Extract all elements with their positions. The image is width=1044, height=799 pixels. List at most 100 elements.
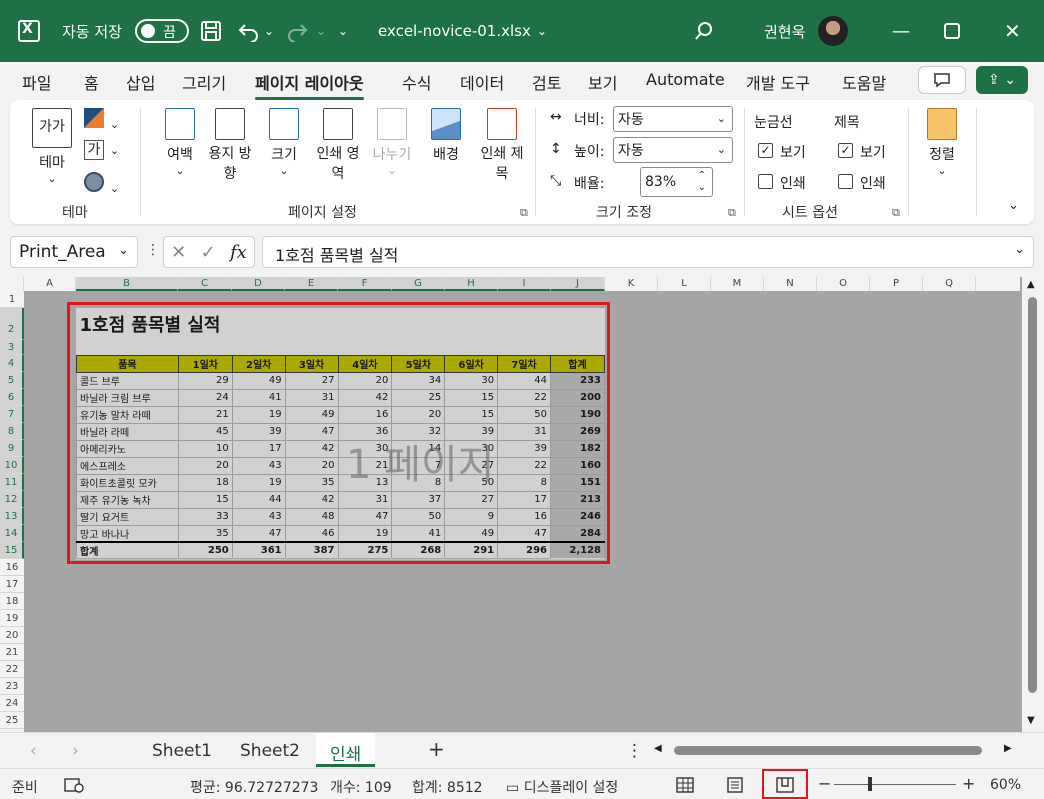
header-cell[interactable]: 품목 (76, 354, 179, 373)
table-cell[interactable]: 18 (177, 473, 233, 492)
table-cell[interactable]: 361 (231, 541, 286, 560)
file-name[interactable]: excel-novice-01.xlsx ⌄ (378, 0, 547, 62)
zoom-level[interactable]: 60% (990, 777, 1021, 793)
table-cell[interactable]: 44 (497, 371, 552, 390)
chevron-down-icon[interactable]: ⌄ (118, 243, 129, 258)
table-cell[interactable]: 27 (284, 371, 339, 390)
table-cell[interactable]: 31 (497, 422, 552, 441)
horizontal-scrollbar[interactable]: ◀ ▶ (652, 741, 1020, 759)
avatar[interactable] (818, 16, 848, 46)
table-cell[interactable]: 9 (444, 507, 499, 526)
table-cell[interactable]: 콜드 브루 (76, 371, 179, 390)
table-cell[interactable]: 250 (177, 541, 233, 560)
table-cell[interactable]: 19 (337, 524, 393, 543)
table-cell[interactable]: 50 (391, 507, 446, 526)
column-header[interactable]: J (551, 277, 605, 291)
row-header[interactable]: 10 (0, 457, 24, 474)
table-cell[interactable]: 27 (444, 490, 499, 509)
spinner-icon[interactable]: ⌃ ⌄ (698, 170, 706, 194)
zoom-slider-track[interactable] (834, 784, 956, 785)
accessibility-icon[interactable] (64, 777, 84, 797)
prev-sheet-icon[interactable]: ‹ (30, 741, 37, 761)
name-box[interactable]: Print_Area ⌄ (10, 236, 138, 268)
tab-page-layout[interactable]: 페이지 레이아웃 (255, 70, 364, 100)
column-header[interactable]: A (24, 277, 76, 291)
share-button[interactable]: ⇪ ⌄ (976, 66, 1028, 94)
table-cell[interactable]: 2,128 (550, 541, 605, 560)
table-cell[interactable]: 19 (231, 405, 286, 424)
themes-button[interactable]: 가가 테마 ⌄ (30, 108, 74, 185)
formula-input[interactable]: 1호점 품목별 실적 ⌄ (262, 236, 1034, 268)
empty-row[interactable] (77, 340, 605, 355)
headings-print-checkbox[interactable] (838, 174, 853, 189)
column-header[interactable]: E (285, 277, 338, 291)
page-setup-launcher-icon[interactable]: ⧉ (520, 206, 528, 220)
table-cell[interactable]: 213 (550, 490, 605, 509)
table-cell[interactable]: 43 (231, 507, 286, 526)
table-cell[interactable]: 21 (177, 405, 233, 424)
header-cell[interactable]: 1일차 (177, 354, 233, 373)
table-cell[interactable]: 246 (550, 507, 605, 526)
scroll-left-icon[interactable]: ◀ (654, 743, 662, 754)
table-cell[interactable]: 31 (337, 490, 393, 509)
page-break-preview-button[interactable] (776, 777, 794, 797)
header-cell[interactable]: 3일차 (284, 354, 339, 373)
colors-button[interactable]: ⌄ (84, 108, 119, 132)
table-cell[interactable]: 제주 유기농 녹차 (76, 490, 179, 509)
tab-home[interactable]: 홈 (84, 70, 99, 94)
table-cell[interactable]: 49 (444, 524, 499, 543)
table-cell[interactable]: 유기농 말차 라떼 (76, 405, 179, 424)
maximize-icon[interactable] (944, 0, 960, 62)
height-select[interactable]: 자동 ⌄ (613, 137, 733, 163)
table-cell[interactable]: 20 (177, 456, 233, 475)
background-button[interactable]: 배경 (426, 108, 466, 164)
print-titles-button[interactable]: 인쇄 제목 (480, 108, 524, 184)
collapse-ribbon-icon[interactable]: ⌄ (1008, 198, 1019, 213)
column-header[interactable]: C (178, 277, 232, 291)
tab-file[interactable]: 파일 (22, 70, 51, 94)
tab-view[interactable]: 보기 (588, 70, 617, 94)
sheet-options-launcher-icon[interactable]: ⧉ (892, 206, 900, 220)
table-cell[interactable]: 41 (231, 388, 286, 407)
user-name[interactable]: 권현욱 (764, 0, 805, 62)
zoom-out-icon[interactable]: − (818, 774, 831, 793)
header-cell[interactable]: 2일차 (231, 354, 286, 373)
row-header[interactable]: 11 (0, 474, 24, 491)
table-cell[interactable]: 200 (550, 388, 605, 407)
scroll-up-icon[interactable]: ▲ (1027, 279, 1035, 290)
customize-toolbar-icon[interactable]: ⌄ (338, 0, 348, 62)
table-cell[interactable]: 268 (391, 541, 446, 560)
scale-launcher-icon[interactable]: ⧉ (728, 206, 736, 220)
column-header[interactable]: K (605, 277, 658, 291)
row-header[interactable]: 8 (0, 423, 24, 440)
table-cell[interactable]: 딸기 요거트 (76, 507, 179, 526)
display-settings-button[interactable]: ▭ 디스플레이 설정 (506, 777, 618, 797)
tab-formulas[interactable]: 수식 (402, 70, 431, 94)
table-cell[interactable]: 190 (550, 405, 605, 424)
comments-button[interactable] (918, 66, 966, 94)
normal-view-button[interactable] (676, 777, 694, 797)
table-cell[interactable]: 24 (177, 388, 233, 407)
table-cell[interactable]: 47 (497, 524, 552, 543)
table-cell[interactable]: 34 (391, 371, 446, 390)
table-cell[interactable]: 275 (337, 541, 393, 560)
table-cell[interactable]: 31 (284, 388, 339, 407)
table-cell[interactable]: 8 (497, 473, 552, 492)
row-header[interactable]: 24 (0, 695, 24, 712)
column-header[interactable]: L (658, 277, 711, 291)
table-cell[interactable]: 49 (284, 405, 339, 424)
table-cell[interactable]: 바닐라 크림 브루 (76, 388, 179, 407)
tab-review[interactable]: 검토 (532, 70, 561, 94)
sheet-tab-active[interactable]: 인쇄 (316, 733, 376, 767)
row-header[interactable]: 12 (0, 491, 24, 508)
worksheet-grid[interactable]: A B C D E F G H I J K L M N O P Q 1 2 3 … (0, 277, 1044, 732)
table-cell[interactable]: 48 (284, 507, 339, 526)
scroll-down-icon[interactable]: ▼ (1027, 715, 1035, 726)
row-header[interactable]: 23 (0, 678, 24, 695)
expand-formula-icon[interactable]: ⌄ (1014, 242, 1025, 257)
insert-function-icon[interactable]: fx (230, 242, 247, 263)
table-cell[interactable]: 19 (231, 473, 286, 492)
vertical-scrollbar[interactable]: ▲ ▼ (1022, 277, 1044, 732)
row-header[interactable]: 19 (0, 610, 24, 627)
table-cell[interactable]: 45 (177, 422, 233, 441)
